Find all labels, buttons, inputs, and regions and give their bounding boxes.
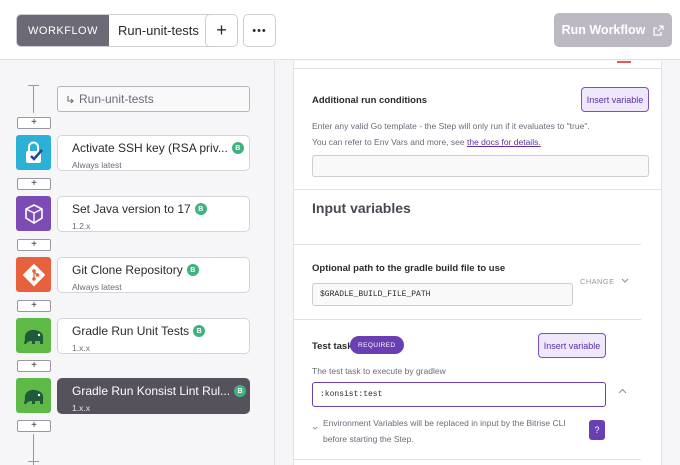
run-condition-input[interactable] (312, 155, 649, 177)
trigger-label: Run-unit-tests (79, 92, 154, 106)
ssh-key-lock-icon (16, 135, 51, 170)
timeline-cap (28, 461, 39, 462)
more-options-button[interactable]: ••• (243, 14, 276, 47)
git-icon (16, 257, 51, 292)
step-config-panel: Additional run conditions Insert variabl… (293, 61, 662, 465)
bitrise-verified-badge: B (231, 142, 244, 154)
bitrise-verified-badge: B (186, 264, 199, 276)
run-conditions-docs: You can refer to Env Vars and more, see … (312, 137, 541, 147)
step-card-activate-ssh-key[interactable]: Activate SSH key (RSA priv... B Always l… (57, 135, 250, 171)
step-version: 1.2.x (72, 221, 91, 231)
step-title: Activate SSH key (RSA priv... (72, 141, 228, 155)
add-step-button[interactable]: + (17, 239, 51, 251)
java-cube-icon (16, 196, 51, 231)
docs-prefix: You can refer to Env Vars and more, see (312, 137, 467, 147)
step-version: 1.x.x (72, 403, 90, 413)
info-caret-icon (312, 426, 318, 430)
env-note-line2: before starting the Step. (323, 434, 414, 444)
step-title: Gradle Run Konsist Lint Rul... (72, 384, 231, 398)
add-workflow-button[interactable]: + (205, 14, 238, 47)
trigger-icon (67, 95, 74, 103)
divider (294, 319, 641, 320)
step-title-row: Gradle Run Unit Tests B (72, 324, 249, 338)
scroll-marker (617, 61, 631, 63)
change-label: CHANGE (580, 277, 615, 286)
required-badge: REQUIRED (350, 336, 404, 354)
add-step-button[interactable]: + (17, 178, 51, 190)
step-title: Set Java version to 17 (72, 202, 191, 216)
add-step-button[interactable]: + (17, 420, 51, 432)
run-conditions-title: Additional run conditions (312, 95, 428, 106)
test-task-input[interactable]: :konsist:test (312, 382, 606, 407)
help-button[interactable]: ? (589, 420, 605, 440)
step-card-gradle-konsist-lint[interactable]: Gradle Run Konsist Lint Rul... B 1.x.x (57, 378, 250, 414)
divider (294, 68, 661, 69)
add-step-button[interactable]: + (17, 360, 51, 372)
divider (294, 459, 641, 460)
bitrise-verified-badge: B (234, 385, 247, 397)
step-version: Always latest (72, 282, 122, 292)
step-card-gradle-unit-tests[interactable]: Gradle Run Unit Tests B 1.x.x (57, 318, 250, 354)
step-title: Gradle Run Unit Tests (72, 324, 190, 338)
insert-variable-button[interactable]: Insert variable (581, 87, 649, 112)
step-title-row: Git Clone Repository B (72, 263, 249, 277)
test-task-help: The test task to execute by gradlew (312, 366, 446, 376)
gradle-elephant-icon (16, 378, 51, 413)
step-title-row: Gradle Run Konsist Lint Rul... B (72, 384, 249, 398)
insert-variable-button[interactable]: Insert variable (538, 333, 606, 358)
step-version: 1.x.x (72, 343, 90, 353)
top-bar: WORKFLOW Run-unit-tests + ••• Run Workfl… (0, 0, 680, 60)
step-version: Always latest (72, 160, 122, 170)
step-card-set-java-version[interactable]: Set Java version to 17 B 1.2.x (57, 196, 250, 232)
workflow-name: Run-unit-tests (118, 23, 199, 38)
step-card-git-clone[interactable]: Git Clone Repository B Always latest (57, 257, 250, 293)
divider (294, 189, 661, 190)
env-note-line1: Environment Variables will be replaced i… (323, 418, 566, 428)
chevron-up-icon[interactable] (618, 388, 627, 394)
test-task-label: Test task (312, 341, 353, 352)
input-variables-title: Input variables (312, 200, 411, 216)
bitrise-verified-badge: B (193, 325, 206, 337)
gradle-file-input[interactable]: $GRADLE_BUILD_FILE_PATH (312, 283, 573, 306)
change-button[interactable]: CHANGE (580, 277, 629, 286)
gradle-elephant-icon (16, 318, 51, 353)
workflow-tag: WORKFLOW (17, 15, 109, 46)
add-step-button[interactable]: + (17, 117, 51, 129)
chevron-down-icon (621, 278, 629, 283)
run-workflow-button[interactable]: Run Workflow (554, 13, 672, 47)
bitrise-verified-badge: B (194, 203, 207, 215)
timeline-line (33, 85, 34, 113)
step-title-row: Activate SSH key (RSA priv... B (72, 141, 249, 155)
step-title-row: Set Java version to 17 B (72, 202, 249, 216)
docs-link[interactable]: the docs for details. (467, 137, 541, 147)
workflow-selector[interactable]: WORKFLOW Run-unit-tests (16, 14, 226, 47)
run-workflow-label: Run Workflow (561, 23, 646, 37)
add-step-button[interactable]: + (17, 300, 51, 312)
trigger-field[interactable]: Run-unit-tests (57, 86, 250, 112)
run-conditions-help: Enter any valid Go template - the Step w… (312, 121, 590, 131)
gradle-file-label: Optional path to the gradle build file t… (312, 263, 506, 274)
step-list-panel: Run-unit-tests + Activate SSH key (RSA p… (0, 61, 275, 465)
step-title: Git Clone Repository (72, 263, 183, 277)
divider (294, 244, 641, 245)
external-link-icon (653, 24, 664, 36)
